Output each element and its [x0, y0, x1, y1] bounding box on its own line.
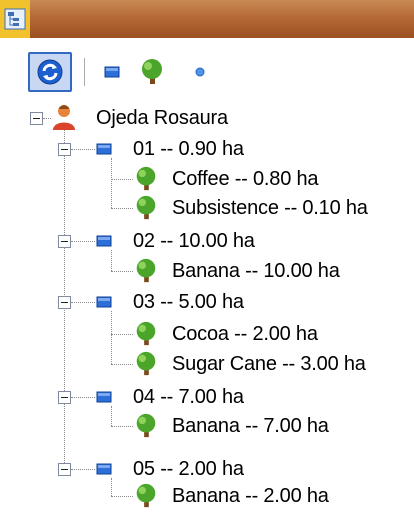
- crop-label: Banana -- 10.00 ha: [172, 260, 340, 282]
- plot-label: 05 -- 2.00 ha: [133, 458, 244, 480]
- tree-icon: [136, 351, 156, 376]
- crop-node[interactable]: Sugar Cane -- 3.00 ha: [172, 348, 366, 381]
- tree-line: [111, 271, 133, 272]
- plot-icon: [96, 391, 112, 403]
- tree-line: [111, 250, 112, 271]
- tree-line: [111, 496, 133, 497]
- tree-line: [111, 208, 133, 209]
- plot-icon: [96, 235, 112, 247]
- tree-line: [111, 364, 133, 365]
- plot-expander[interactable]: [58, 391, 71, 404]
- tree-line: [71, 397, 95, 398]
- plot-node[interactable]: 01 -- 0.90 ha: [133, 133, 244, 166]
- tree-line: [111, 478, 112, 496]
- plot-expander[interactable]: [58, 143, 71, 156]
- toolbar-separator: [84, 58, 85, 86]
- owner-expander[interactable]: [30, 112, 43, 125]
- tree-line: [111, 334, 133, 335]
- crop-node[interactable]: Banana -- 7.00 ha: [172, 410, 329, 443]
- tree-icon: [142, 59, 162, 84]
- person-icon: [53, 105, 75, 130]
- plot-icon: [96, 296, 112, 308]
- tree-line: [111, 179, 133, 180]
- crop-label: Sugar Cane -- 3.00 ha: [172, 353, 366, 375]
- crop-node[interactable]: Banana -- 10.00 ha: [172, 255, 340, 288]
- owner-node[interactable]: Ojeda Rosaura: [96, 102, 228, 135]
- crop-button[interactable]: [130, 52, 174, 92]
- crop-node[interactable]: Banana -- 2.00 ha: [172, 480, 329, 513]
- tree-line: [111, 426, 133, 427]
- tree-line: [111, 311, 112, 364]
- tree-icon: [136, 195, 156, 220]
- title-bar: [0, 0, 414, 38]
- toolbar: [0, 38, 414, 100]
- window-icon: [0, 0, 30, 38]
- plot-button[interactable]: [90, 52, 134, 92]
- plot-label: 01 -- 0.90 ha: [133, 138, 244, 160]
- plot-node[interactable]: 03 -- 5.00 ha: [133, 286, 244, 319]
- plot-icon: [104, 66, 120, 78]
- plot-tree[interactable]: Ojeda Rosaura 01 -- 0.90 ha Coffee -- 0.…: [0, 100, 414, 510]
- tree-icon: [136, 483, 156, 508]
- plot-icon: [96, 143, 112, 155]
- plot-label: 02 -- 10.00 ha: [133, 230, 255, 252]
- crop-node[interactable]: Subsistence -- 0.10 ha: [172, 192, 368, 225]
- crop-label: Subsistence -- 0.10 ha: [172, 197, 368, 219]
- plot-expander[interactable]: [58, 235, 71, 248]
- plot-expander[interactable]: [58, 463, 71, 476]
- crop-node[interactable]: Cocoa -- 2.00 ha: [172, 318, 318, 351]
- dot-icon: [195, 67, 205, 77]
- tree-icon: [136, 166, 156, 191]
- tree-line: [71, 149, 95, 150]
- point-button[interactable]: [178, 52, 222, 92]
- tree-icon: [136, 321, 156, 346]
- crop-label: Banana -- 7.00 ha: [172, 415, 329, 437]
- crop-label: Cocoa -- 2.00 ha: [172, 323, 318, 345]
- crop-label: Coffee -- 0.80 ha: [172, 168, 319, 190]
- plot-node[interactable]: 02 -- 10.00 ha: [133, 225, 255, 258]
- crop-label: Banana -- 2.00 ha: [172, 485, 329, 507]
- tree-line: [111, 406, 112, 426]
- tree-icon: [136, 258, 156, 283]
- refresh-button[interactable]: [28, 52, 72, 92]
- owner-label: Ojeda Rosaura: [96, 107, 228, 129]
- plot-expander[interactable]: [58, 296, 71, 309]
- tree-line: [71, 469, 95, 470]
- plot-label: 04 -- 7.00 ha: [133, 386, 244, 408]
- tree-icon: [136, 413, 156, 438]
- tree-line: [71, 302, 95, 303]
- tree-line: [111, 158, 112, 208]
- refresh-icon: [37, 59, 63, 85]
- plot-label: 03 -- 5.00 ha: [133, 291, 244, 313]
- tree-line: [71, 241, 95, 242]
- plot-icon: [96, 463, 112, 475]
